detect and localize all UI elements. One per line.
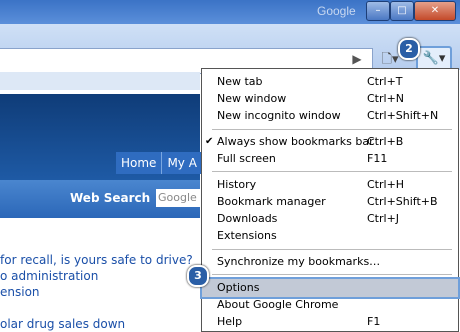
bookmarks-bar	[0, 72, 200, 90]
search-input[interactable]: Google	[156, 189, 200, 207]
news-link[interactable]: ension	[0, 284, 200, 300]
menu-separator	[212, 249, 452, 250]
google-brand: Google	[317, 4, 356, 18]
menu-item-about-google-chrome[interactable]: About Google Chrome	[202, 296, 458, 314]
menu-separator	[212, 129, 452, 130]
menu-item-label: About Google Chrome	[217, 298, 339, 311]
menu-item-help[interactable]: Help F1	[202, 313, 458, 331]
menu-item-history[interactable]: History Ctrl+H	[202, 176, 458, 194]
menu-item-label: Always show bookmarks bar	[217, 135, 374, 148]
menu-separator	[212, 274, 452, 275]
callout-3: 3	[187, 265, 209, 287]
menu-item-label: Help	[217, 315, 243, 328]
news-link[interactable]: o administration	[0, 268, 200, 284]
menu-separator	[212, 171, 452, 172]
menu-item-shortcut: F1	[367, 315, 381, 328]
menu-item-label: Full screen	[217, 152, 276, 165]
tab-my[interactable]: My A	[162, 152, 203, 174]
menu-item-shortcut: Ctrl+J	[367, 212, 400, 225]
menu-item-label: Extensions	[217, 229, 277, 242]
menu-item-extensions[interactable]: Extensions	[202, 227, 458, 245]
menu-item-bookmark-manager[interactable]: Bookmark manager Ctrl+Shift+B	[202, 193, 458, 211]
checkmark-icon: ✔	[205, 136, 214, 147]
menu-item-downloads[interactable]: Downloads Ctrl+J	[202, 210, 458, 228]
menu-item-synchronize-bookmarks[interactable]: Synchronize my bookmarks…	[202, 253, 458, 271]
callout-2: 2	[398, 38, 420, 60]
menu-item-shortcut: Ctrl+H	[367, 178, 405, 191]
menu-item-shortcut: Ctrl+Shift+N	[367, 109, 439, 122]
menu-item-shortcut: Ctrl+B	[367, 135, 404, 148]
menu-item-options[interactable]: Options	[200, 277, 460, 299]
menu-item-label: Options	[217, 281, 260, 294]
menu-item-full-screen[interactable]: Full screen F11	[202, 150, 458, 168]
menu-item-new-incognito-window[interactable]: New incognito window Ctrl+Shift+N	[202, 107, 458, 125]
menu-item-label: New window	[217, 92, 287, 105]
menu-item-label: Synchronize my bookmarks…	[217, 255, 381, 268]
tab-home[interactable]: Home	[116, 152, 163, 174]
menu-item-label: New tab	[217, 75, 263, 88]
menu-item-shortcut: Ctrl+N	[367, 92, 405, 105]
menu-item-shortcut: F11	[367, 152, 388, 165]
web-search-label: Web Search	[70, 191, 151, 205]
maximize-button[interactable]: □	[390, 1, 414, 21]
news-links: for recall, is yours safe to drive? o ad…	[0, 252, 200, 332]
menu-item-label: Downloads	[217, 212, 278, 225]
news-link[interactable]: for recall, is yours safe to drive?	[0, 252, 200, 268]
menu-item-label: New incognito window	[217, 109, 341, 122]
menu-item-shortcut: Ctrl+T	[367, 75, 403, 88]
site-tabs: Home My A	[116, 152, 203, 174]
go-icon[interactable]: ▶	[350, 50, 364, 68]
minimize-button[interactable]: –	[366, 1, 390, 21]
menu-item-label: Bookmark manager	[217, 195, 326, 208]
news-link[interactable]: olar drug sales down	[0, 316, 200, 332]
menu-item-label: History	[217, 178, 257, 191]
menu-item-new-window[interactable]: New window Ctrl+N	[202, 90, 458, 108]
close-button[interactable]: ✕	[414, 1, 456, 21]
menu-item-always-show-bookmarks-bar[interactable]: ✔ Always show bookmarks bar Ctrl+B	[202, 133, 458, 151]
wrench-menu: New tab Ctrl+T New window Ctrl+N New inc…	[200, 68, 460, 332]
menu-item-shortcut: Ctrl+Shift+B	[367, 195, 438, 208]
menu-item-new-tab[interactable]: New tab Ctrl+T	[202, 73, 458, 91]
